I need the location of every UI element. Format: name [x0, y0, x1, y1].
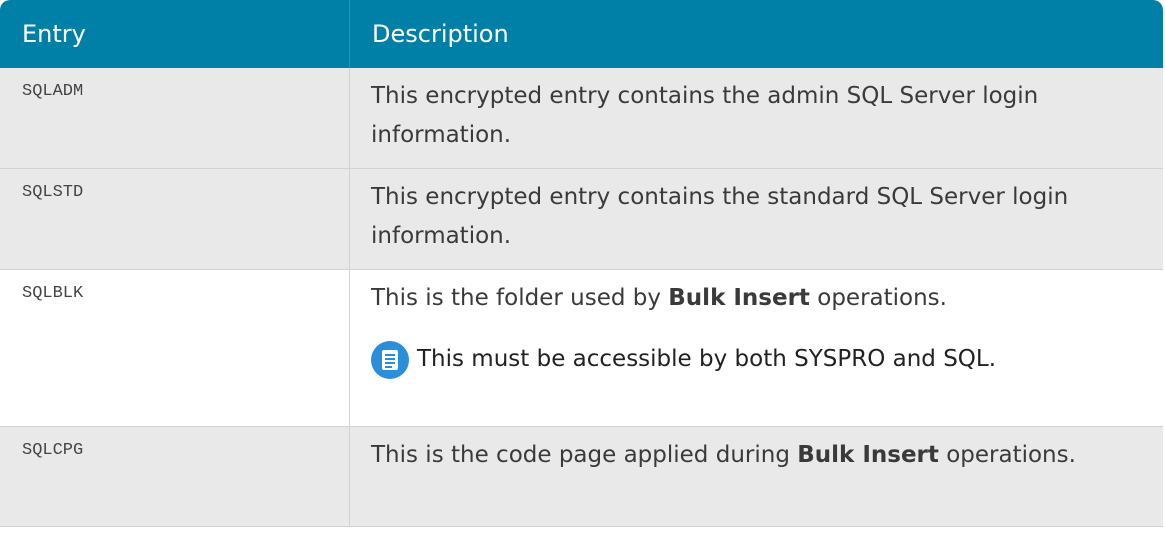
- entry-cell: SQLCPG: [0, 426, 350, 527]
- note-callout: This must be accessible by both SYSPRO a…: [371, 340, 1143, 379]
- description-text-end: operations.: [938, 442, 1076, 468]
- description-text: This is the folder used by Bulk Insert o…: [371, 279, 1143, 318]
- description-text-start: This is the folder used by: [371, 285, 669, 311]
- column-header-description: Description: [349, 0, 1163, 68]
- description-cell: This is the code page applied during Bul…: [349, 426, 1163, 527]
- entries-table: Entry Description SQLADM This encrypted …: [0, 0, 1163, 527]
- note-document-icon: [371, 340, 409, 379]
- table-row: SQLCPG This is the code page applied dur…: [0, 426, 1163, 527]
- description-cell: This encrypted entry contains the standa…: [349, 168, 1163, 270]
- description-cell: This is the folder used by Bulk Insert o…: [349, 269, 1163, 427]
- bulk-insert-label: Bulk Insert: [668, 285, 810, 311]
- entry-cell: SQLSTD: [0, 168, 350, 270]
- description-text-end: operations.: [809, 285, 947, 311]
- entry-cell: SQLBLK: [0, 269, 350, 427]
- bulk-insert-label: Bulk Insert: [797, 442, 939, 468]
- table-row: SQLBLK This is the folder used by Bulk I…: [0, 269, 1163, 427]
- description-text-start: This is the code page applied during: [371, 442, 798, 468]
- table-row: SQLSTD This encrypted entry contains the…: [0, 168, 1163, 270]
- table-row: SQLADM This encrypted entry contains the…: [0, 68, 1163, 169]
- entry-cell: SQLADM: [0, 68, 350, 169]
- column-header-entry: Entry: [22, 20, 86, 48]
- note-text: This must be accessible by both SYSPRO a…: [417, 346, 997, 372]
- description-cell: This encrypted entry contains the admin …: [349, 68, 1163, 169]
- table-header-row: Entry Description: [0, 0, 1163, 68]
